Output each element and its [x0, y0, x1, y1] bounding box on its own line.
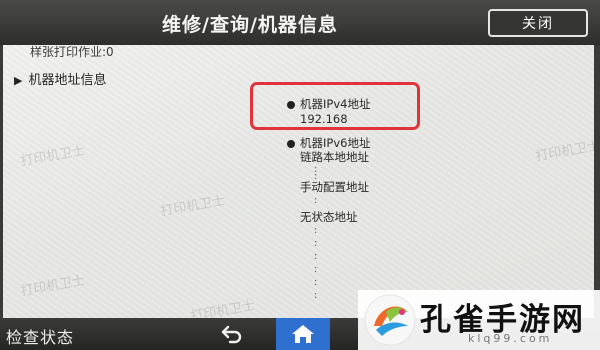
- expand-triangle-icon: ▶: [14, 74, 23, 87]
- section-machine-address[interactable]: ▶ 机器地址信息: [14, 69, 106, 88]
- link-local-label: 链路本地地址: [300, 150, 369, 164]
- watermark: 打印机卫士: [19, 273, 87, 300]
- dots: :: [314, 195, 318, 206]
- back-arrow-icon: [221, 325, 242, 344]
- dots: :: [314, 290, 318, 301]
- home-button[interactable]: [276, 318, 330, 350]
- title-bar: 维修/查询/机器信息 关闭: [0, 0, 600, 45]
- section-title: 机器地址信息: [28, 73, 107, 88]
- bullet-icon: [287, 100, 295, 109]
- ipv4-label: 机器IPv4地址: [287, 97, 370, 111]
- manual-label: 手动配置地址: [300, 180, 369, 194]
- dots: :: [314, 238, 318, 249]
- watermark: 打印机卫士: [189, 298, 257, 318]
- ipv6-label: 机器IPv6地址: [287, 136, 370, 150]
- watermark: 打印机卫士: [534, 138, 600, 165]
- bullet-icon: [287, 139, 295, 148]
- page-title: 维修/查询/机器信息: [162, 14, 338, 36]
- dots: :: [314, 264, 318, 275]
- frame-edge: [594, 45, 600, 318]
- watermark: 打印机卫士: [19, 143, 87, 170]
- previous-line: 样张打印作业:0: [30, 45, 114, 59]
- info-panel: 打印机卫士 打印机卫士 打印机卫士 打印机卫士 打印机卫士 样张打印作业:0 ▶…: [0, 45, 600, 318]
- dots: :: [314, 277, 318, 288]
- frame-edge: [0, 45, 3, 318]
- logo-url: klq99.com: [468, 332, 553, 345]
- dots: :: [314, 225, 318, 236]
- watermark: 打印机卫士: [159, 193, 227, 220]
- check-status-button[interactable]: 检查状态: [6, 324, 74, 348]
- site-logo: 孔雀手游网 klq99.com: [358, 290, 600, 350]
- dots: :: [314, 251, 318, 262]
- home-icon: [292, 325, 314, 343]
- back-button[interactable]: [210, 320, 254, 348]
- peacock-logo-icon: [364, 294, 416, 346]
- close-button[interactable]: 关闭: [488, 9, 588, 37]
- stateless-label: 无状态地址: [300, 210, 358, 224]
- ipv4-value: 192.168: [300, 112, 348, 126]
